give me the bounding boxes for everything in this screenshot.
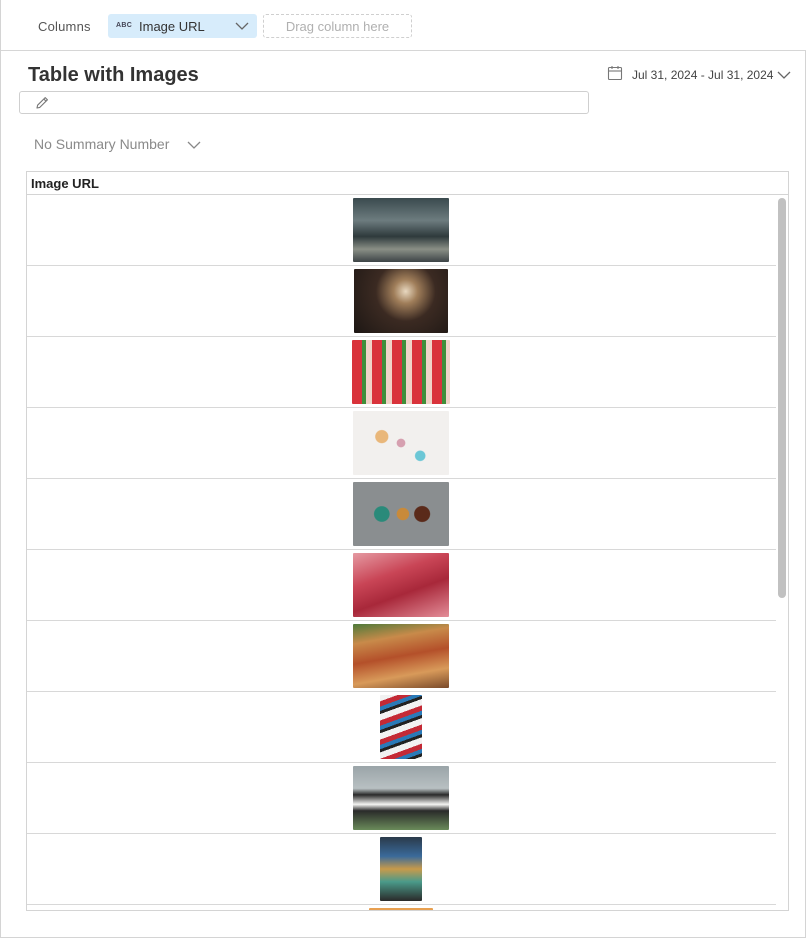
tomato-bowls-photo[interactable] [352, 340, 450, 404]
table-row[interactable] [27, 905, 777, 910]
ice-cream-cones-photo[interactable] [353, 411, 449, 475]
date-range-text: Jul 31, 2024 - Jul 31, 2024 [632, 68, 774, 82]
chevron-down-icon[interactable] [235, 20, 249, 32]
raw-steak-photo[interactable] [353, 553, 449, 617]
cows-photo[interactable] [353, 766, 449, 830]
table-row[interactable] [27, 692, 777, 763]
data-table: Image URL [26, 171, 789, 911]
stacked-boxes-photo[interactable] [380, 837, 422, 901]
summary-select-value: No Summary Number [34, 136, 170, 152]
pencil-icon [36, 97, 48, 109]
food-stall-photo[interactable] [354, 269, 448, 333]
date-range-picker[interactable]: Jul 31, 2024 - Jul 31, 2024 [607, 65, 797, 85]
table-header[interactable]: Image URL [27, 172, 788, 195]
table-row[interactable] [27, 763, 777, 834]
column-header-image-url[interactable]: Image URL [31, 176, 99, 191]
table-row[interactable] [27, 337, 777, 408]
nut-bowls-photo[interactable] [353, 482, 449, 546]
app-frame: Columns ABC Image URL Drag column here T… [0, 0, 806, 938]
table-row[interactable] [27, 195, 777, 266]
table-row[interactable] [27, 550, 777, 621]
drop-zone-placeholder: Drag column here [285, 19, 390, 34]
columns-bar: Columns ABC Image URL Drag column here [1, 0, 806, 51]
text-type-icon: ABC [116, 22, 133, 29]
scrollbar-thumb[interactable] [778, 198, 786, 598]
table-row[interactable] [27, 266, 777, 337]
calendar-icon [607, 66, 623, 81]
description-input[interactable] [19, 91, 589, 114]
market-hall-photo[interactable] [353, 198, 449, 262]
chevron-down-icon [777, 71, 791, 79]
chocolate-bars-photo[interactable] [380, 695, 422, 759]
page-title[interactable]: Table with Images [28, 64, 199, 87]
table-row[interactable] [27, 479, 777, 550]
columns-label: Columns [38, 19, 91, 34]
charcuterie-board-photo[interactable] [353, 624, 449, 688]
food-photo[interactable] [369, 908, 433, 910]
column-drop-zone[interactable]: Drag column here [263, 14, 412, 38]
table-row[interactable] [27, 621, 777, 692]
table-body [27, 195, 777, 910]
table-row[interactable] [27, 408, 777, 479]
column-chip-label: Image URL [139, 19, 205, 34]
table-row[interactable] [27, 834, 777, 905]
column-chip-image-url[interactable]: ABC Image URL [108, 14, 257, 38]
chevron-down-icon [187, 141, 201, 149]
summary-number-select[interactable]: No Summary Number [34, 136, 214, 156]
